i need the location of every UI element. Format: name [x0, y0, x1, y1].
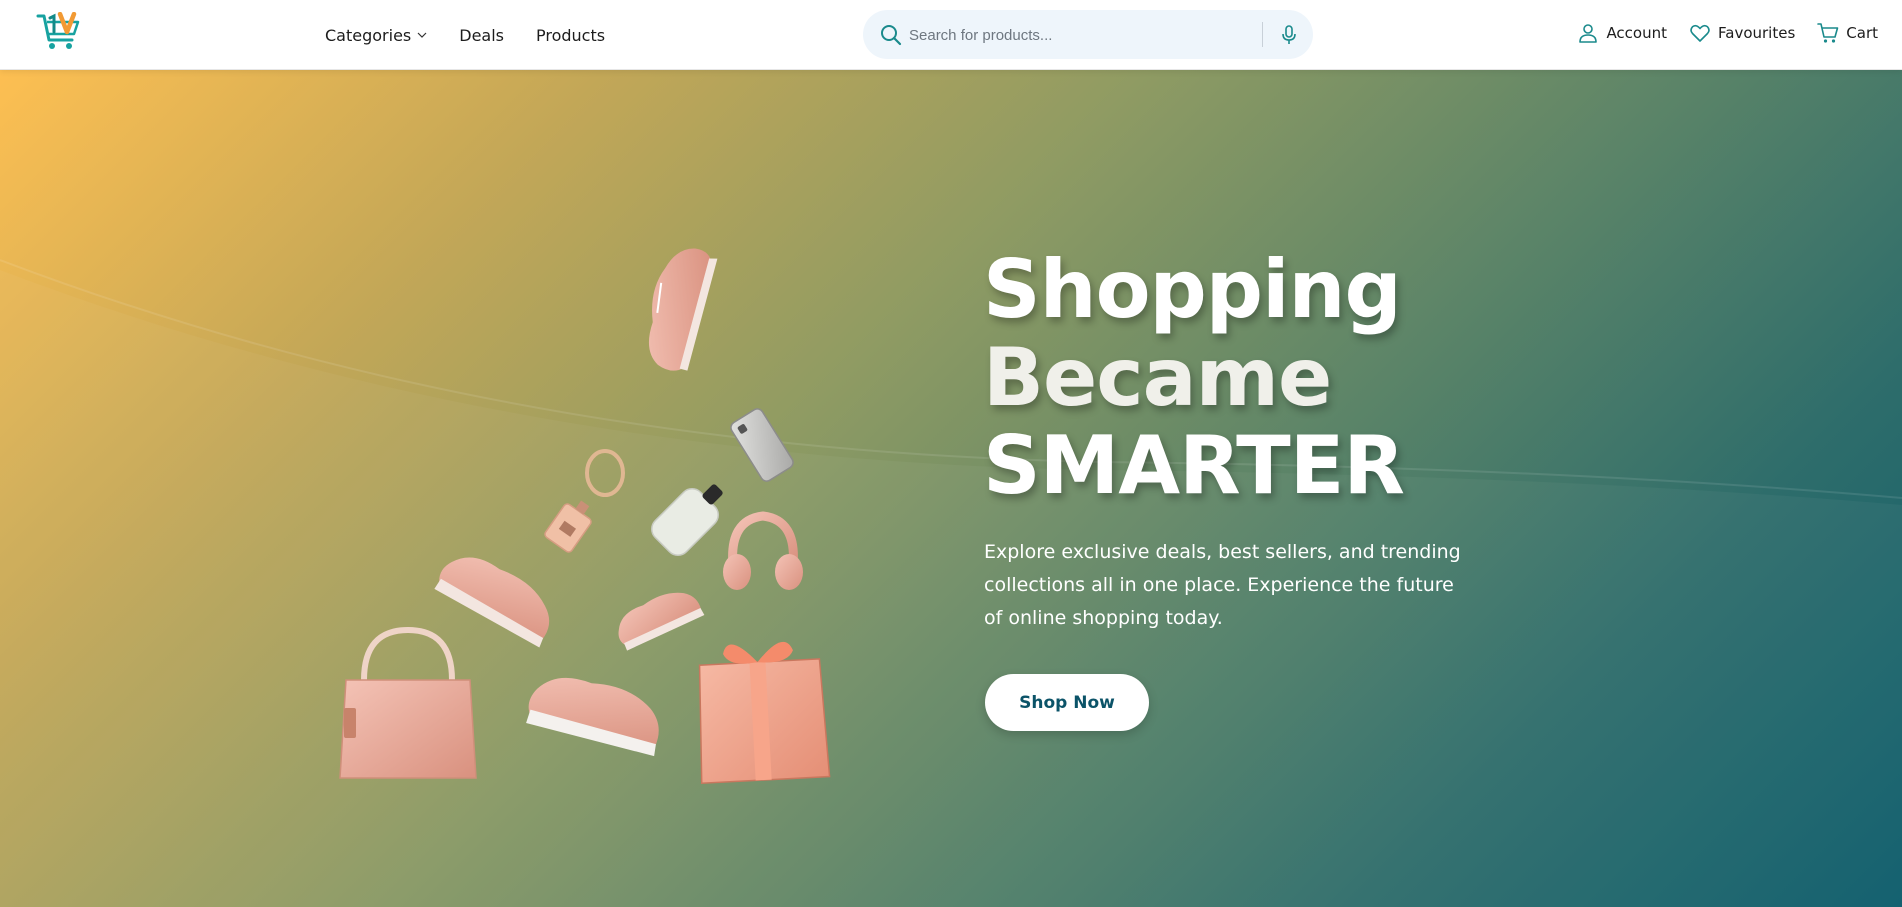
account-label: Account — [1606, 24, 1668, 42]
nav-deals[interactable]: Deals — [459, 26, 504, 45]
sneaker-bottom — [526, 677, 659, 757]
cart-logo-icon — [36, 11, 80, 49]
main-nav: Categories Deals Products — [325, 0, 605, 70]
nav-categories[interactable]: Categories — [325, 26, 427, 45]
cart-icon — [1817, 23, 1839, 43]
sneaker-left — [434, 557, 550, 648]
phone — [730, 408, 794, 482]
header-actions: Account Favourites Cart — [1577, 0, 1878, 66]
heart-icon — [1690, 24, 1710, 42]
account-link[interactable]: Account — [1577, 22, 1667, 44]
perfume-bottle — [651, 484, 723, 556]
headphones — [723, 511, 803, 590]
search-bar — [863, 10, 1313, 59]
search-icon[interactable] — [879, 23, 903, 47]
hero-banner: Shopping Became SMARTER Explore exclusiv… — [0, 70, 1902, 907]
user-icon — [1579, 24, 1598, 43]
cart-link[interactable]: Cart — [1817, 22, 1878, 44]
gift-box — [698, 641, 831, 785]
search-input[interactable] — [909, 22, 1209, 48]
bangle — [585, 449, 625, 497]
handbag — [339, 626, 477, 779]
favourites-label: Favourites — [1718, 24, 1796, 42]
perfume-small — [544, 500, 592, 553]
nav-products-label: Products — [536, 25, 606, 45]
sneaker-top — [648, 248, 718, 371]
logo[interactable] — [36, 11, 84, 52]
sneaker-small — [618, 592, 705, 651]
background-wave — [0, 259, 1902, 907]
headline-line-3: SMARTER — [983, 419, 1405, 512]
cart-label: Cart — [1846, 24, 1878, 42]
microphone-icon[interactable] — [1277, 23, 1301, 47]
shop-now-button[interactable]: Shop Now — [985, 674, 1149, 731]
hero-subtext: Explore exclusive deals, best sellers, a… — [984, 541, 1461, 629]
hero-headline: Shopping Became SMARTER — [983, 246, 1583, 510]
nav-categories-label: Categories — [325, 25, 412, 45]
nav-products[interactable]: Products — [536, 26, 605, 45]
search-divider — [1262, 22, 1263, 47]
chevron-down-icon — [417, 32, 427, 38]
headline-line-1: Shopping — [983, 243, 1402, 336]
site-header: Categories Deals Products Search for pro… — [0, 0, 1902, 70]
favourites-link[interactable]: Favourites — [1689, 22, 1795, 44]
headline-line-2: Became — [983, 331, 1332, 424]
hero-products-image — [339, 248, 831, 785]
nav-deals-label: Deals — [459, 25, 504, 45]
